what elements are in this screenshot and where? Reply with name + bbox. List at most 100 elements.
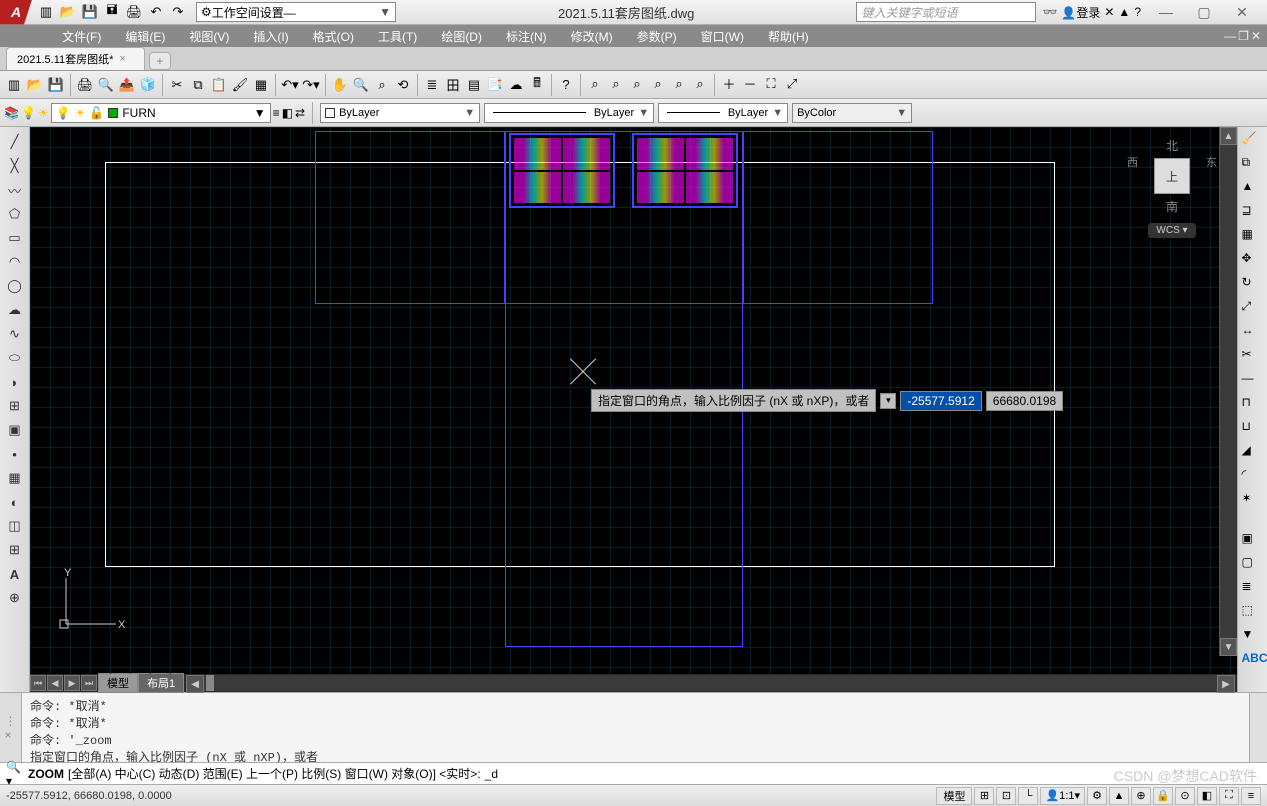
prev-layout-icon[interactable]: ◀	[47, 675, 63, 691]
preview-icon[interactable]: 🔍	[96, 75, 116, 95]
close-tab-icon[interactable]: ×	[119, 53, 125, 65]
layer-iso-icon[interactable]: ◧	[282, 106, 293, 120]
search-icon[interactable]: 👓	[1042, 5, 1057, 19]
hatch-icon[interactable]: ▦	[4, 467, 26, 489]
cut-icon[interactable]: ✂	[167, 75, 187, 95]
status-custom-icon[interactable]: ≡	[1241, 787, 1261, 805]
erase-icon[interactable]: 🧹	[1242, 131, 1264, 153]
save-file-icon[interactable]: 💾	[46, 75, 66, 95]
view-cube[interactable]: 北 西 上 东 南 WCS ▾	[1127, 137, 1217, 238]
circle-icon[interactable]: ◯	[4, 275, 26, 297]
match-icon[interactable]: 🖌	[230, 75, 250, 95]
status-scale[interactable]: 👤1:1▾	[1040, 787, 1085, 805]
insert-icon[interactable]: ⊞	[4, 395, 26, 417]
close-button[interactable]: ✕	[1227, 2, 1257, 22]
copy-obj-icon[interactable]: ⧉	[1242, 155, 1264, 177]
calc-icon[interactable]: 🖩	[527, 75, 547, 95]
ssm-icon[interactable]: 📑	[485, 75, 505, 95]
drawing-canvas[interactable]: 指定窗口的角点，输入比例因子 (nX 或 nXP)，或者 ▾ -25577.59…	[30, 127, 1237, 674]
copy-icon[interactable]: ⧉	[188, 75, 208, 95]
ellipse-icon[interactable]: ⬭	[4, 347, 26, 369]
open-file-icon[interactable]: 📂	[25, 75, 45, 95]
move-icon[interactable]: ✥	[1242, 251, 1264, 273]
mirror-icon[interactable]: ▲	[1242, 179, 1264, 201]
zoom-in-icon[interactable]: ＋	[719, 74, 739, 94]
status-iso-icon[interactable]: ◧	[1197, 787, 1217, 805]
scroll-thumb[interactable]	[206, 675, 214, 691]
ungroup-icon[interactable]: ▢	[1242, 555, 1264, 577]
line-icon[interactable]: ╱	[4, 131, 26, 153]
cmd-scrollbar[interactable]	[1249, 693, 1267, 762]
save-icon[interactable]: 💾	[80, 2, 100, 22]
status-model[interactable]: 模型	[936, 787, 972, 805]
extend-icon[interactable]: —	[1242, 371, 1264, 393]
redo-tb-icon[interactable]: ↷▾	[301, 75, 321, 95]
menu-help[interactable]: 帮助(H)	[756, 26, 821, 47]
array-icon[interactable]: ▦	[1242, 227, 1264, 249]
block-icon[interactable]: ▦	[251, 75, 271, 95]
status-clean-icon[interactable]: ⛶	[1219, 787, 1239, 805]
dynamic-x-input[interactable]: -25577.5912	[900, 391, 981, 411]
doc-min-icon[interactable]: —	[1224, 29, 1236, 43]
redo-icon[interactable]: ↷	[168, 2, 188, 22]
paste-icon[interactable]: 📋	[209, 75, 229, 95]
group-icon[interactable]: ▣	[1242, 531, 1264, 553]
select-icon[interactable]: ⬚	[1242, 603, 1264, 625]
menu-view[interactable]: 视图(V)	[177, 26, 241, 47]
menu-insert[interactable]: 插入(I)	[241, 26, 300, 47]
doc-restore-icon[interactable]: ❐	[1238, 29, 1249, 43]
zoom-ext-icon[interactable]: ⛶	[761, 74, 781, 94]
horizontal-scrollbar[interactable]: ◀ ▶	[186, 675, 1235, 691]
rotate-icon[interactable]: ↻	[1242, 275, 1264, 297]
props-icon[interactable]: ≣	[422, 75, 442, 95]
region-icon[interactable]: ◫	[4, 515, 26, 537]
layer-state-icon[interactable]: ≡	[273, 106, 280, 120]
join-icon[interactable]: ⊔	[1242, 419, 1264, 441]
3d-icon[interactable]: 🧊	[138, 75, 158, 95]
wcs-label[interactable]: WCS ▾	[1148, 223, 1195, 238]
layer-match-icon[interactable]: ⇄	[295, 106, 305, 120]
new-tab-button[interactable]: +	[149, 52, 171, 70]
doc-tab-active[interactable]: 2021.5.11套房图纸* ×	[6, 47, 145, 70]
first-layout-icon[interactable]: ⏮	[30, 675, 46, 691]
login-button[interactable]: 👤登录	[1061, 4, 1100, 21]
ellipse-arc-icon[interactable]: ◗	[4, 371, 26, 393]
vertical-scrollbar[interactable]: ▲ ▼	[1219, 127, 1237, 656]
gradient-icon[interactable]: ◐	[4, 491, 26, 513]
tab-model[interactable]: 模型	[98, 673, 138, 693]
status-ws-icon[interactable]: ⊕	[1131, 787, 1151, 805]
status-lock-icon[interactable]: 🔒	[1153, 787, 1173, 805]
menu-modify[interactable]: 修改(M)	[559, 26, 625, 47]
status-hw-icon[interactable]: ⊙	[1175, 787, 1195, 805]
menu-file[interactable]: 文件(F)	[50, 26, 113, 47]
table-icon[interactable]: ⊞	[4, 539, 26, 561]
xline-icon[interactable]: ╳	[4, 155, 26, 177]
filter-icon[interactable]: ▼	[1242, 627, 1264, 649]
pan-icon[interactable]: ✋	[330, 75, 350, 95]
menu-format[interactable]: 格式(O)	[301, 26, 366, 47]
zoom5-icon[interactable]: ⌕	[669, 74, 689, 94]
scroll-right-icon[interactable]: ▶	[1217, 675, 1235, 693]
workspace-selector[interactable]: ⚙ 工作空间设置— ▼	[196, 2, 396, 22]
color-selector[interactable]: ByLayer ▼	[320, 103, 480, 123]
mtext-icon[interactable]: A	[4, 563, 26, 585]
zoom-all-icon[interactable]: ⤢	[782, 74, 802, 94]
scroll-down-icon[interactable]: ▼	[1220, 638, 1237, 656]
search-input[interactable]: 键入关键字或短语	[856, 2, 1036, 22]
point-icon[interactable]: •	[4, 443, 26, 465]
fillet-icon[interactable]: ◜	[1242, 467, 1264, 489]
status-snap-icon[interactable]: ⊡	[996, 787, 1016, 805]
status-ortho-icon[interactable]: └	[1018, 787, 1038, 805]
chamfer-icon[interactable]: ◢	[1242, 443, 1264, 465]
linetype-selector[interactable]: ByLayer ▼	[484, 103, 654, 123]
layer-selector[interactable]: 💡 ☀ 🔓 FURN ▼	[51, 103, 271, 123]
zoom6-icon[interactable]: ⌕	[690, 74, 710, 94]
zoom3-icon[interactable]: ⌕	[627, 74, 647, 94]
new-icon[interactable]: ▥	[36, 2, 56, 22]
markup-icon[interactable]: ☁	[506, 75, 526, 95]
zoom-prev-icon[interactable]: ⟲	[393, 75, 413, 95]
menu-window[interactable]: 窗口(W)	[689, 26, 756, 47]
break-icon[interactable]: ⊓	[1242, 395, 1264, 417]
block-make-icon[interactable]: ▣	[4, 419, 26, 441]
explode-icon[interactable]: ✶	[1242, 491, 1264, 513]
